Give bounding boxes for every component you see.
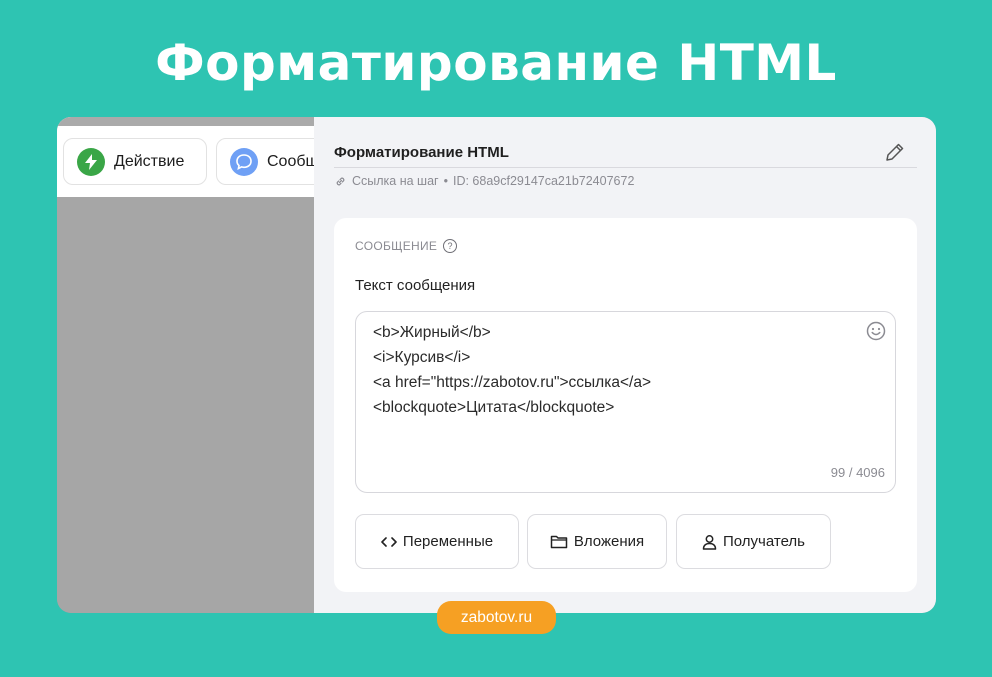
step-title: Форматирование HTML: [334, 144, 509, 161]
step-link[interactable]: Ссылка на шаг: [352, 174, 439, 188]
recipient-label: Получатель: [723, 533, 805, 550]
code-brackets-icon: [381, 536, 397, 548]
lightning-icon: [77, 147, 105, 176]
message-line: <a href="https://zabotov.ru">ссылка</a>: [373, 374, 652, 391]
title-divider: [334, 167, 917, 168]
emoji-icon[interactable]: [866, 321, 886, 341]
variables-label: Переменные: [402, 533, 494, 550]
message-card: СООБЩЕНИЕ ? Текст сообщения <b>Жирный</b…: [334, 218, 917, 592]
message-field-label: Текст сообщения: [355, 277, 476, 294]
canvas-toolbar: Действие Сообщ: [57, 117, 326, 197]
section-label: СООБЩЕНИЕ ?: [355, 239, 458, 253]
message-textarea[interactable]: <b>Жирный</b> <i>Курсив</i> <a href="htt…: [355, 311, 896, 493]
meta-separator: •: [443, 174, 448, 188]
node-action-label: Действие: [114, 152, 185, 170]
chat-bubble-icon: [230, 147, 258, 176]
link-icon: [336, 177, 345, 185]
node-action-button[interactable]: Действие: [63, 138, 207, 185]
app-window: Действие Сообщ Форматирование HTML Ссылк…: [57, 117, 936, 613]
page-headline: Форматирование HTML: [155, 34, 837, 92]
step-settings-panel: Форматирование HTML Ссылка на шаг • ID: …: [314, 117, 936, 613]
node-message-button[interactable]: Сообщ: [216, 138, 326, 185]
step-meta: Ссылка на шаг • ID: 68a9cf29147ca21b7240…: [334, 174, 634, 188]
flow-canvas[interactable]: Действие Сообщ: [57, 117, 326, 613]
user-icon: [702, 534, 717, 550]
attachments-label: Вложения: [573, 533, 645, 550]
variables-button[interactable]: Переменные: [355, 514, 519, 569]
section-label-text: СООБЩЕНИЕ: [355, 239, 438, 253]
node-message-label: Сообщ: [267, 152, 319, 170]
folder-icon: [550, 534, 568, 549]
recipient-button[interactable]: Получатель: [676, 514, 831, 569]
attachments-button[interactable]: Вложения: [527, 514, 667, 569]
brand-badge: zabotov.ru: [437, 601, 556, 634]
toolbar-strip: [57, 117, 314, 126]
message-line: <b>Жирный</b>: [373, 324, 491, 341]
help-icon[interactable]: ?: [443, 239, 458, 253]
message-line: <i>Курсив</i>: [373, 349, 471, 366]
pencil-icon[interactable]: [884, 141, 906, 163]
message-line: <blockquote>Цитата</blockquote>: [373, 399, 615, 416]
char-counter: 99 / 4096: [830, 465, 885, 480]
step-id: ID: 68a9cf29147ca21b72407672: [452, 174, 635, 188]
